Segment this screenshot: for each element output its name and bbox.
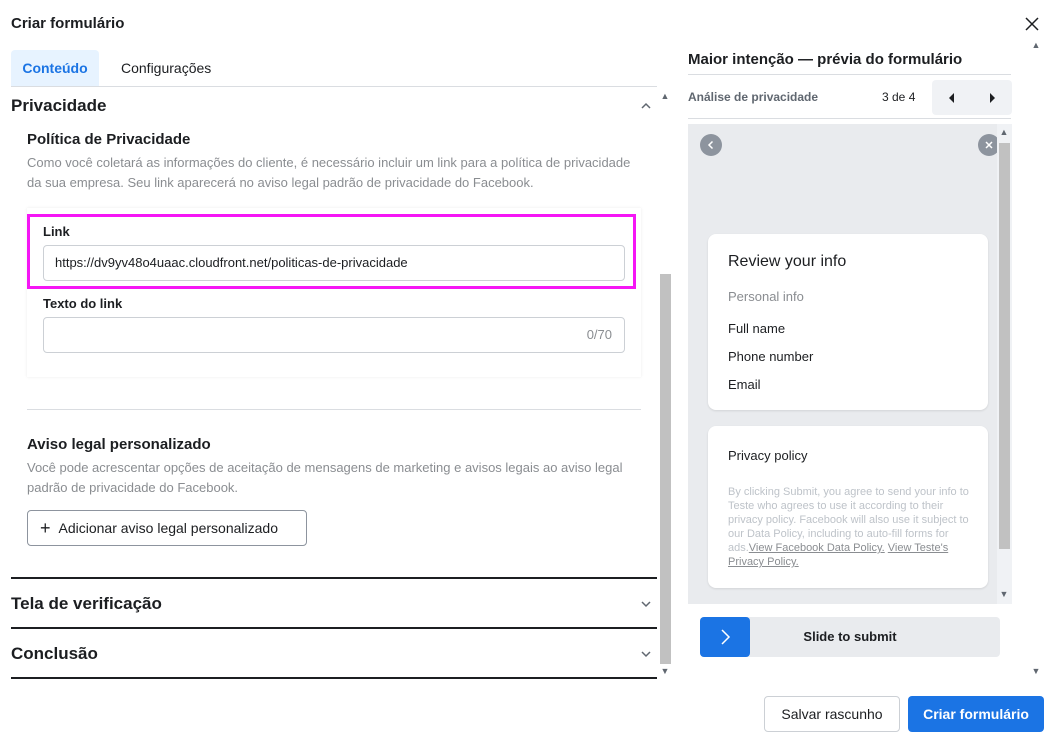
link-text-input[interactable]: 0/70 <box>43 317 625 353</box>
privacy-policy-title: Política de Privacidade <box>27 131 191 148</box>
preview-step-count: 3 de 4 <box>882 90 916 104</box>
scroll-up-arrow-icon[interactable]: ▲ <box>659 91 671 101</box>
completion-section-header[interactable]: Conclusão <box>11 644 657 664</box>
dialog-title: Criar formulário <box>11 15 125 32</box>
preview-title: Maior intenção — prévia do formulário <box>688 51 963 68</box>
personal-info-label: Personal info <box>728 289 804 304</box>
add-custom-disclaimer-button[interactable]: + Adicionar aviso legal personalizado <box>27 510 307 546</box>
slide-to-submit-handle[interactable] <box>700 617 750 657</box>
scroll-down-arrow-icon[interactable]: ▼ <box>659 666 671 676</box>
section-divider-dark <box>11 677 657 679</box>
phone-preview: Review your info Personal info Full name… <box>688 124 999 604</box>
tab-settings[interactable]: Configurações <box>99 50 222 87</box>
privacy-legal-text: By clicking Submit, you agree to send yo… <box>728 485 973 569</box>
privacy-section-title: Privacidade <box>11 96 107 115</box>
review-info-heading: Review your info <box>728 253 847 270</box>
link-text-char-count: 0/70 <box>586 327 612 342</box>
list-item: Email <box>728 377 761 392</box>
chevron-down-icon[interactable] <box>639 597 653 611</box>
close-icon <box>985 141 993 149</box>
preview-close-button[interactable] <box>978 134 999 156</box>
tab-content[interactable]: Conteúdo <box>11 50 99 87</box>
section-divider-dark <box>11 627 657 629</box>
right-scrollbar[interactable] <box>1028 40 1043 680</box>
preview-step-label: Análise de privacidade <box>688 90 819 104</box>
phone-scrollbar-thumb[interactable] <box>999 143 1010 549</box>
scroll-up-arrow-icon[interactable]: ▲ <box>998 127 1010 137</box>
chevron-up-icon[interactable] <box>639 99 653 113</box>
privacy-policy-card: Privacy policy By clicking Submit, you a… <box>708 426 988 588</box>
left-scrollbar-thumb[interactable] <box>660 274 671 664</box>
privacy-policy-heading: Privacy policy <box>728 448 808 463</box>
facebook-data-policy-link[interactable]: View Facebook Data Policy. <box>749 542 885 554</box>
caret-left-icon <box>949 92 954 103</box>
add-custom-disclaimer-label: Adicionar aviso legal personalizado <box>58 520 278 536</box>
review-info-card: Review your info Personal info Full name… <box>708 234 988 410</box>
privacy-section-header[interactable]: Privacidade <box>11 96 657 116</box>
verification-section-header[interactable]: Tela de verificação <box>11 594 657 614</box>
close-button[interactable] <box>1022 14 1042 34</box>
custom-disclaimer-description: Você pode acrescentar opções de aceitaçã… <box>27 460 623 495</box>
preview-divider <box>688 74 1011 75</box>
custom-disclaimer-title: Aviso legal personalizado <box>27 436 211 453</box>
create-form-button[interactable]: Criar formulário <box>908 696 1044 732</box>
link-text-label: Texto do link <box>43 296 123 311</box>
slide-to-submit-label: Slide to submit <box>803 629 897 644</box>
list-item: Phone number <box>728 349 814 364</box>
section-divider <box>27 409 641 410</box>
chevron-left-icon <box>707 140 714 150</box>
next-step-button[interactable] <box>972 80 1012 115</box>
list-item: Full name <box>728 321 786 336</box>
verification-section-title: Tela de verificação <box>11 594 162 613</box>
preview-back-button[interactable] <box>700 134 722 156</box>
form-content-panel: Privacidade Política de Privacidade Como… <box>11 87 657 681</box>
section-divider-dark <box>11 577 657 579</box>
link-input[interactable]: https://dv9yv48o4uaac.cloudfront.net/pol… <box>43 245 625 281</box>
preview-divider <box>688 118 1011 119</box>
chevron-right-icon <box>721 629 731 645</box>
privacy-policy-description: Como você coletará as informações do cli… <box>27 155 631 190</box>
save-draft-button[interactable]: Salvar rascunho <box>764 696 900 732</box>
scroll-up-arrow-icon[interactable]: ▲ <box>1030 40 1042 50</box>
caret-right-icon <box>990 92 995 103</box>
tab-bar: Conteúdo Configurações <box>11 50 222 87</box>
scroll-down-arrow-icon[interactable]: ▼ <box>998 589 1010 599</box>
plus-icon: + <box>40 518 51 538</box>
preview-nav <box>932 80 1012 115</box>
link-label: Link <box>43 224 70 239</box>
close-icon[interactable] <box>1022 14 1042 34</box>
previous-step-button[interactable] <box>932 80 972 115</box>
completion-section-title: Conclusão <box>11 644 98 663</box>
scroll-down-arrow-icon[interactable]: ▼ <box>1030 666 1042 676</box>
chevron-down-icon[interactable] <box>639 647 653 661</box>
